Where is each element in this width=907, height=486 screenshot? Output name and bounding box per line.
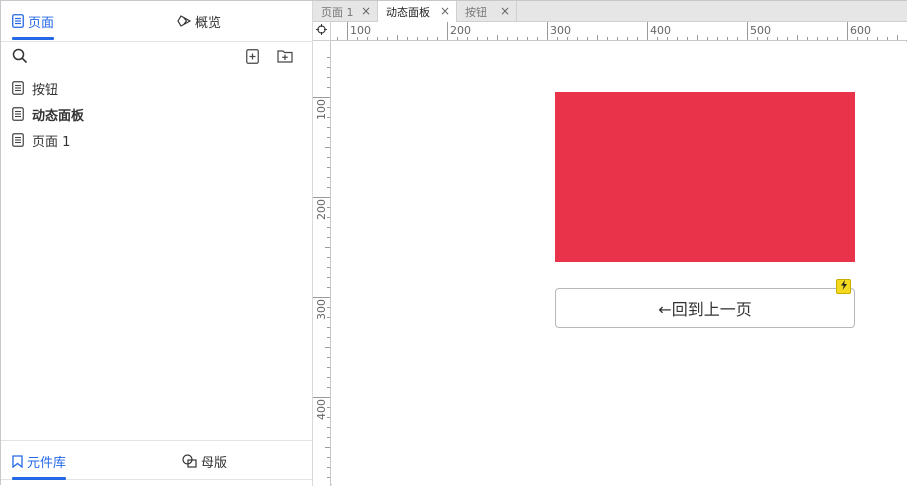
page-item-label: 页面 1 [32, 134, 71, 150]
ruler-label: 300 [315, 299, 328, 320]
document-tabs: 页面 1 × 动态面板 × 按钮 × [313, 1, 907, 23]
search-button[interactable] [9, 47, 31, 69]
doc-tab-dynamic-panel[interactable]: 动态面板 × [378, 1, 457, 23]
tab-overview[interactable]: 概览 [177, 1, 221, 41]
tab-masters[interactable]: 母版 [182, 441, 227, 481]
left-panel: 页面 概览 按钮 动态面板 页面 1 元件库 母版 [1, 1, 313, 486]
ruler-label: 100 [315, 99, 328, 120]
tab-pages-label: 页面 [28, 15, 55, 31]
diamond-icon [177, 15, 191, 27]
search-icon [12, 48, 28, 68]
horizontal-ruler[interactable]: 100 200 300 400 500 600 [331, 22, 907, 41]
library-panel-tabs: 元件库 母版 [1, 440, 312, 480]
pages-panel-tabs: 页面 概览 [1, 1, 312, 42]
page-list: 按钮 动态面板 页面 1 [1, 75, 312, 153]
ruler-label: 200 [450, 24, 471, 37]
crosshair-icon [316, 23, 327, 39]
tab-libraries-label: 元件库 [27, 455, 67, 471]
app-window: 页面 概览 按钮 动态面板 页面 1 元件库 母版 页面 1 × 动态面板 × … [0, 0, 907, 486]
add-folder-icon [277, 49, 293, 67]
add-page-button[interactable] [241, 47, 263, 69]
page-icon [12, 133, 24, 147]
page-icon [12, 107, 24, 121]
doc-tab-label: 页面 1 [321, 5, 354, 19]
ruler-label: 100 [350, 24, 371, 37]
pages-toolbar [1, 42, 312, 74]
overlap-icon [182, 454, 197, 468]
doc-tab-label: 动态面板 [386, 6, 430, 19]
ruler-origin-button[interactable] [313, 22, 331, 41]
tab-libraries[interactable]: 元件库 [12, 441, 67, 481]
design-canvas[interactable]: ←回到上一页 [332, 42, 907, 485]
close-icon[interactable]: × [500, 5, 510, 17]
page-icon [12, 81, 24, 95]
doc-tab-page-1[interactable]: 页面 1 × [313, 1, 378, 22]
lightning-icon [840, 279, 848, 294]
page-icon [12, 14, 24, 28]
page-item-page-1[interactable]: 页面 1 [1, 127, 312, 153]
tab-masters-label: 母版 [201, 455, 228, 471]
tab-pages[interactable]: 页面 [12, 1, 55, 41]
close-icon[interactable]: × [361, 5, 371, 17]
ruler-label: 400 [315, 399, 328, 420]
bookmark-icon [12, 454, 23, 468]
interaction-badge[interactable] [836, 279, 851, 294]
tab-overview-label: 概览 [195, 15, 222, 31]
ruler-label: 200 [315, 199, 328, 220]
add-folder-button[interactable] [274, 47, 296, 69]
ruler-label: 600 [850, 24, 871, 37]
page-item-dynamic-panel[interactable]: 动态面板 [1, 101, 312, 127]
vertical-ruler[interactable]: 100 200 300 400 [313, 41, 331, 486]
ruler-label: 300 [550, 24, 571, 37]
page-item-label: 按钮 [32, 82, 59, 98]
page-item-label: 动态面板 [32, 108, 85, 124]
horizontal-ruler-ticks: 100 200 300 400 500 600 [337, 22, 898, 40]
vertical-ruler-ticks: 100 200 300 400 [313, 57, 330, 478]
add-page-icon [245, 48, 259, 68]
doc-tab-buttons[interactable]: 按钮 × [457, 1, 517, 22]
ruler-label: 400 [650, 24, 671, 37]
doc-tab-label: 按钮 [465, 5, 487, 19]
ruler-label: 500 [750, 24, 771, 37]
back-to-previous-page-button[interactable]: ←回到上一页 [555, 288, 855, 328]
close-icon[interactable]: × [440, 5, 450, 17]
dynamic-panel-widget[interactable] [555, 92, 855, 262]
page-item-buttons[interactable]: 按钮 [1, 75, 312, 101]
